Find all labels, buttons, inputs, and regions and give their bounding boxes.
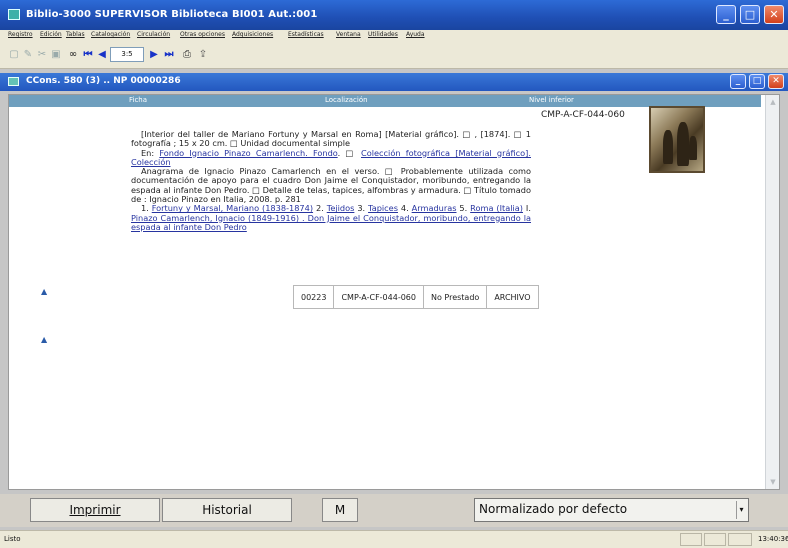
status-clock: 13:40:36 (758, 535, 788, 543)
subject-link-pinazo[interactable]: Pinazo Camarlench, Ignacio (1849-1916) .… (131, 213, 531, 232)
binoculars-icon[interactable]: ∞ (66, 48, 80, 62)
menu-adquisiciones[interactable]: Adquisiciones (232, 31, 273, 38)
table-row[interactable]: 00223 CMP-A-CF-044-060 No Prestado ARCHI… (292, 285, 539, 309)
history-button[interactable]: Historial (162, 498, 292, 522)
menu-bar: Registro Edición Tablas Catalogación Cir… (0, 30, 788, 41)
export-icon[interactable]: ⇪ (196, 48, 210, 62)
minimize-button[interactable]: _ (716, 5, 736, 24)
status-panel (728, 533, 752, 546)
collapse-arrow-icon-2[interactable]: ▲ (41, 335, 47, 344)
status-panel (704, 533, 726, 546)
menu-estadisticas[interactable]: Estadísticas (288, 31, 324, 38)
next-record-icon[interactable]: ▶ (148, 48, 160, 62)
print-button[interactable]: Imprimir (30, 498, 160, 522)
record-subjects: 1. Fortuny y Marsal, Mariano (1838-1874)… (131, 203, 531, 232)
record-thumbnail[interactable] (649, 106, 705, 173)
status-bar: Listo 13:40:36 (0, 530, 788, 548)
menu-registro[interactable]: Registro (8, 31, 33, 38)
menu-tablas[interactable]: Tablas (66, 31, 85, 38)
menu-otras-opciones[interactable]: Otras opciones (180, 31, 225, 38)
item-status: No Prestado (422, 285, 488, 309)
record-view: Ficha Localización Nivel inferior CMP-A-… (8, 94, 780, 490)
menu-ayuda[interactable]: Ayuda (406, 31, 425, 38)
print-icon[interactable]: ⎙ (180, 48, 194, 62)
call-number: CMP-A-CF-044-060 (541, 110, 625, 120)
record-window-title: CCons. 580 (3) .. NP 00000286 (26, 76, 181, 86)
first-record-icon[interactable]: ⏮ (82, 48, 94, 62)
close-button[interactable]: ✕ (764, 5, 784, 24)
toolbar: ▢ ✎ ✂ ▣ ∞ ⏮ ◀ 3:5 ▶ ⏭ ⎙ ⇪ (0, 41, 788, 69)
record-note: Anagrama de Ignacio Pinazo Camarlench en… (131, 166, 531, 205)
footer-bar: Imprimir Historial M Normalizado por def… (0, 494, 788, 527)
item-signature: CMP-A-CF-044-060 (333, 285, 424, 309)
scroll-down-icon[interactable]: ▼ (769, 478, 777, 486)
dropdown-arrow-icon[interactable]: ▾ (736, 501, 746, 519)
column-nivel-inferior[interactable]: Nivel inferior (529, 96, 574, 104)
status-text: Listo (4, 535, 21, 543)
scroll-up-icon[interactable]: ▲ (769, 98, 777, 106)
menu-edicion[interactable]: Edición (40, 31, 62, 38)
link-fondo[interactable]: Fondo Ignacio Pinazo Camarlench. Fondo (159, 148, 337, 158)
record-host-line: En: Fondo Ignacio Pinazo Camarlench. Fon… (131, 147, 531, 167)
app-title: Biblio-3000 SUPERVISOR Biblioteca BI001 … (26, 9, 318, 20)
status-panel (680, 533, 702, 546)
menu-catalogacion[interactable]: Catalogación (91, 31, 130, 38)
app-icon (8, 9, 20, 20)
prev-record-icon[interactable]: ◀ (96, 48, 108, 62)
column-localizacion[interactable]: Localización (325, 96, 368, 104)
vertical-scrollbar[interactable]: ▲ ▼ (765, 95, 779, 489)
record-title-line: [Interior del taller de Mariano Fortuny … (131, 129, 531, 149)
menu-ventana[interactable]: Ventana (336, 31, 361, 38)
item-number: 00223 (292, 285, 335, 309)
m-button[interactable]: M (322, 498, 358, 522)
menu-utilidades[interactable]: Utilidades (368, 31, 398, 38)
sub-maximize-button[interactable]: □ (749, 74, 765, 89)
save-icon[interactable]: ▣ (50, 48, 62, 62)
menu-circulacion[interactable]: Circulación (137, 31, 170, 38)
delete-icon[interactable]: ✂ (36, 48, 48, 62)
document-icon (8, 77, 19, 86)
sub-minimize-button[interactable]: _ (730, 74, 746, 89)
format-select-value: Normalizado por defecto (479, 502, 628, 516)
last-record-icon[interactable]: ⏭ (162, 48, 176, 62)
item-location: ARCHIVO (486, 285, 539, 309)
sub-close-button[interactable]: ✕ (768, 74, 784, 89)
column-ficha[interactable]: Ficha (129, 96, 147, 104)
holdings-table: 00223 CMP-A-CF-044-060 No Prestado ARCHI… (292, 285, 539, 309)
edit-icon[interactable]: ✎ (22, 48, 34, 62)
app-title-bar: Biblio-3000 SUPERVISOR Biblioteca BI001 … (0, 0, 788, 30)
maximize-button[interactable]: □ (740, 5, 760, 24)
format-select[interactable]: Normalizado por defecto ▾ (474, 498, 749, 522)
record-description: [Interior del taller de Mariano Fortuny … (131, 129, 531, 232)
new-icon[interactable]: ▢ (8, 48, 20, 62)
record-position-field[interactable]: 3:5 (110, 47, 144, 62)
collapse-arrow-icon[interactable]: ▲ (41, 287, 47, 296)
record-window-title-bar: CCons. 580 (3) .. NP 00000286 _ □ ✕ (0, 73, 788, 91)
